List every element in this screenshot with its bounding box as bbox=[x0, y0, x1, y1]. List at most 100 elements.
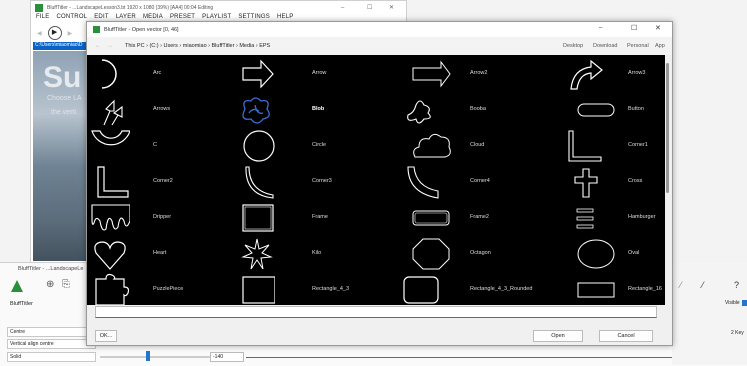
vector-item-arrows[interactable]: Arrows bbox=[87, 91, 232, 129]
open-button[interactable]: Open bbox=[533, 330, 583, 342]
vector-item-corner1[interactable]: Corner1 bbox=[562, 127, 665, 165]
scrollbar-thumb[interactable] bbox=[666, 63, 669, 193]
vector-item-button[interactable]: Button bbox=[562, 91, 665, 129]
breadcrumb-item[interactable]: miaomiao bbox=[183, 43, 207, 49]
close-icon[interactable]: ✕ bbox=[389, 4, 394, 11]
vector-item-heart[interactable]: Heart bbox=[87, 235, 232, 273]
item-label: Button bbox=[628, 106, 644, 112]
vector-item-kilo[interactable]: Kilo bbox=[232, 235, 377, 273]
item-label: Cloud bbox=[470, 142, 485, 148]
quick-link-desktop[interactable]: Desktop bbox=[563, 43, 583, 49]
item-label: PuzzlePiece bbox=[153, 286, 184, 292]
item-label: C bbox=[153, 142, 157, 148]
maximize-icon[interactable]: ☐ bbox=[631, 24, 637, 32]
item-label: Rectangle_4_3 bbox=[312, 286, 350, 292]
help-icon[interactable]: ? bbox=[734, 280, 739, 290]
background-titlebar: BluffTitler - ...LandscapeLesson3.bt 192… bbox=[31, 1, 406, 14]
minimize-icon[interactable]: – bbox=[341, 5, 344, 11]
vector-item-circle[interactable]: Circle bbox=[232, 127, 377, 165]
vector-item-corner3[interactable]: Corner3 bbox=[232, 163, 377, 201]
vector-grid: Arc Arrow Arrow2 Arrow3 Arrows Blob Boob… bbox=[87, 55, 665, 305]
menu-control[interactable]: CONTROL bbox=[56, 14, 87, 24]
vector-item-dripper[interactable]: Dripper bbox=[87, 199, 232, 237]
circle-icon bbox=[243, 130, 275, 162]
corner1-icon bbox=[568, 130, 602, 162]
oval-icon bbox=[577, 239, 615, 269]
heart-icon bbox=[94, 241, 126, 270]
vector-item-corner2[interactable]: Corner2 bbox=[87, 163, 232, 201]
item-label: Corner1 bbox=[628, 142, 648, 148]
tool-icon[interactable]: ⁄ bbox=[702, 280, 704, 290]
breadcrumb-item[interactable]: EPS bbox=[259, 43, 270, 49]
breadcrumb-item[interactable]: Users bbox=[164, 43, 178, 49]
add-icon[interactable]: ⊕ bbox=[46, 279, 54, 290]
vector-item-arrow3[interactable]: Arrow3 bbox=[562, 55, 665, 93]
cancel-button[interactable]: Cancel bbox=[599, 330, 653, 342]
breadcrumb-item[interactable]: BluffTitler bbox=[212, 43, 235, 49]
align-select[interactable]: Centre bbox=[7, 327, 96, 337]
octagon-icon bbox=[412, 238, 450, 270]
vector-item-hamburger[interactable]: Hamburger bbox=[562, 199, 665, 237]
rectangle-16-icon bbox=[577, 282, 615, 298]
item-label: Blob bbox=[312, 106, 325, 112]
close-icon[interactable]: ✕ bbox=[655, 24, 661, 32]
vector-item-rectangle-4-3-rounded[interactable]: Rectangle_4_3_Rounded bbox=[397, 271, 542, 305]
quick-link-app[interactable]: App bbox=[655, 43, 665, 49]
vector-item-octagon[interactable]: Octagon bbox=[397, 235, 542, 273]
item-label: Booba bbox=[470, 106, 486, 112]
vector-item-cross[interactable]: Cross bbox=[562, 163, 665, 201]
vector-item-frame[interactable]: Frame bbox=[232, 199, 377, 237]
puzzle-piece-icon bbox=[95, 273, 130, 305]
item-label: Octagon bbox=[470, 250, 491, 256]
play-icon[interactable]: ▶ bbox=[47, 26, 62, 40]
item-label: Arrow bbox=[312, 70, 327, 76]
open-vector-dialog: BluffTitler - Open vector [0, 46] – ☐ ✕ … bbox=[86, 21, 673, 346]
booba-icon bbox=[407, 100, 431, 124]
vector-item-corner4[interactable]: Corner4 bbox=[397, 163, 542, 201]
vector-item-arrow[interactable]: Arrow bbox=[232, 55, 377, 93]
vector-item-blob[interactable]: Blob bbox=[232, 91, 377, 129]
vector-item-rectangle-4-3[interactable]: Rectangle_4_3 bbox=[232, 271, 377, 305]
vector-item-booba[interactable]: Booba bbox=[397, 91, 542, 129]
quick-link-download[interactable]: Download bbox=[593, 43, 617, 49]
ok-button[interactable]: OK... bbox=[95, 330, 117, 342]
item-label: Dripper bbox=[153, 214, 172, 220]
visible-checkbox[interactable] bbox=[742, 300, 747, 306]
maximize-icon[interactable]: ☐ bbox=[367, 4, 372, 11]
breadcrumb-item[interactable]: (C:) bbox=[149, 43, 158, 49]
style-select[interactable]: Solid bbox=[7, 352, 96, 362]
quick-link-personal[interactable]: Personal bbox=[627, 43, 649, 49]
corner2-icon bbox=[97, 166, 129, 198]
vector-item-puzzlepiece[interactable]: PuzzlePiece bbox=[87, 271, 232, 305]
minimize-icon[interactable]: – bbox=[599, 25, 602, 31]
value-input[interactable]: -140 bbox=[210, 352, 244, 362]
cloud-icon bbox=[413, 133, 451, 158]
vector-item-cloud[interactable]: Cloud bbox=[397, 127, 542, 165]
button-icon bbox=[577, 103, 615, 117]
visible-label: Visible bbox=[725, 300, 740, 306]
rewind-icon[interactable]: ◀ bbox=[37, 30, 42, 37]
arc-icon bbox=[101, 59, 117, 89]
menu-file[interactable]: FILE bbox=[36, 14, 49, 24]
back-icon[interactable]: ← bbox=[95, 43, 101, 49]
c-icon bbox=[91, 130, 130, 146]
filename-input[interactable] bbox=[95, 306, 657, 318]
dialog-titlebar: BluffTitler - Open vector [0, 46] – ☐ ✕ bbox=[87, 22, 672, 37]
breadcrumb-item[interactable]: This PC bbox=[125, 43, 145, 49]
wand-icon[interactable]: ⁄ bbox=[680, 280, 682, 290]
slider-thumb[interactable] bbox=[146, 351, 150, 361]
forward-icon[interactable]: → bbox=[107, 43, 113, 49]
timeline-bar[interactable] bbox=[246, 357, 746, 358]
vector-item-c[interactable]: C bbox=[87, 127, 232, 165]
vector-item-arc[interactable]: Arc bbox=[87, 55, 232, 93]
vector-item-frame2[interactable]: Frame2 bbox=[397, 199, 542, 237]
vertical-align-select[interactable]: Vertical align centre bbox=[7, 339, 96, 349]
breadcrumb-item[interactable]: Media bbox=[239, 43, 254, 49]
vector-item-arrow2[interactable]: Arrow2 bbox=[397, 55, 542, 93]
scrollbar[interactable] bbox=[665, 55, 672, 305]
forward-icon[interactable]: ▶ bbox=[68, 30, 73, 37]
vector-item-oval[interactable]: Oval bbox=[562, 235, 665, 273]
open-icon[interactable]: ⎘ bbox=[62, 279, 70, 290]
vector-item-rectangle-16[interactable]: Rectangle_16 bbox=[562, 271, 665, 305]
corner3-icon bbox=[245, 166, 274, 199]
